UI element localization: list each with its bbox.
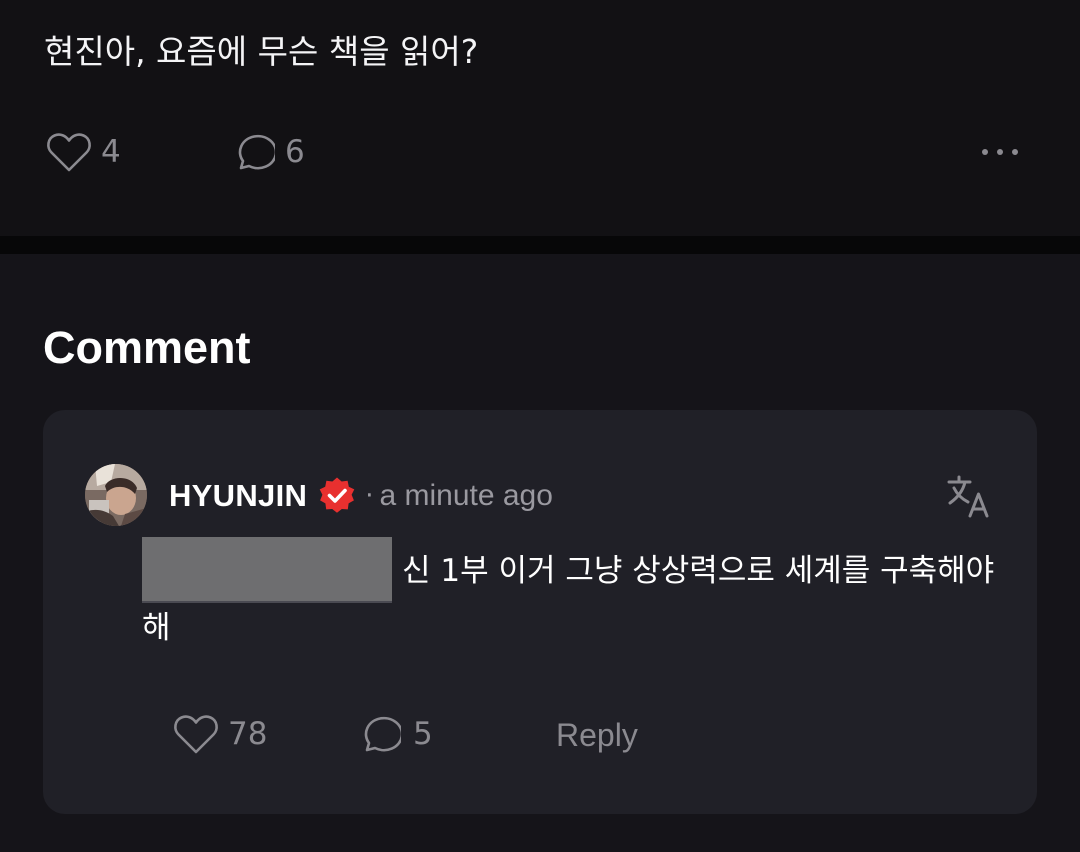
verified-badge-icon <box>319 477 355 513</box>
translate-button[interactable] <box>945 473 993 521</box>
comment-body: 신 1부 이거 그냥 상상력으로 세계를 구축해야해 <box>142 537 1002 655</box>
comment-timestamp: a minute ago <box>379 479 553 512</box>
comment-replies-count: 5 <box>413 716 433 752</box>
more-options-button[interactable] <box>982 140 1032 164</box>
heart-outline-icon <box>174 715 218 754</box>
post-like-button[interactable]: 4 <box>45 130 121 174</box>
post-text: 현진아, 요즘에 무슨 책을 읽어? <box>44 32 479 71</box>
meta-separator: · <box>365 481 374 511</box>
heart-outline-icon <box>47 133 91 172</box>
post-comment-button[interactable]: 6 <box>231 130 305 174</box>
comment-replies-button[interactable]: 5 <box>357 712 433 756</box>
post-like-count: 4 <box>101 134 121 170</box>
translate-icon <box>947 475 989 518</box>
comment-like-count: 78 <box>228 716 268 752</box>
redaction-block <box>142 537 392 601</box>
reply-button[interactable]: Reply <box>556 712 638 758</box>
speech-bubble-icon <box>364 716 401 752</box>
post: 현진아, 요즘에 무슨 책을 읽어? 4 6 <box>0 0 1080 236</box>
post-comment-count: 6 <box>285 134 305 170</box>
comment-section-title: Comment <box>43 322 251 373</box>
comment-card: HYUNJIN · a minute ago 신 1부 이거 그냥 상상력으로 … <box>43 410 1037 814</box>
comment-section: Comment HYUNJIN · a minute ago 신 1부 이거 그… <box>0 254 1080 852</box>
author-name[interactable]: HYUNJIN <box>169 478 307 514</box>
speech-bubble-icon <box>238 134 275 170</box>
section-divider <box>0 236 1080 254</box>
avatar-photo <box>85 464 147 526</box>
comment-meta: HYUNJIN · a minute ago <box>169 474 553 518</box>
comment-like-button[interactable]: 78 <box>172 712 267 756</box>
more-dots-icon <box>982 149 988 155</box>
avatar[interactable] <box>85 464 147 526</box>
